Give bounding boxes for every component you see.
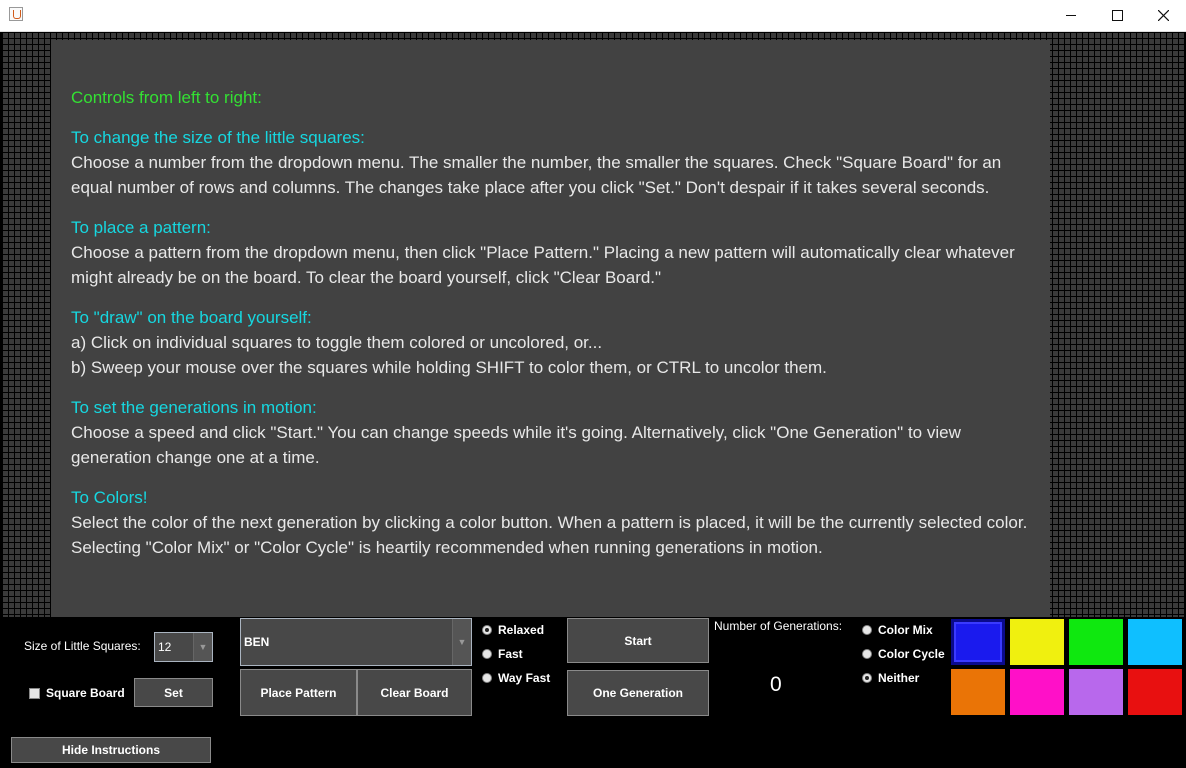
- pattern-value: BEN: [244, 635, 270, 649]
- color-cycle-radio[interactable]: Color Cycle: [862, 647, 945, 661]
- checkbox-box[interactable]: [29, 687, 40, 699]
- square-board-checkbox[interactable]: Square Board: [29, 686, 125, 700]
- section-text: Choose a number from the dropdown menu. …: [71, 153, 1002, 197]
- color-swatch-button[interactable]: [1069, 619, 1123, 665]
- radio-label: Way Fast: [498, 671, 551, 685]
- clear-board-button[interactable]: Clear Board: [357, 669, 472, 716]
- instructions-intro: Controls from left to right:: [71, 88, 262, 107]
- pattern-dropdown[interactable]: BEN ▼: [240, 618, 472, 666]
- instructions-section: To set the generations in motion: Choose…: [71, 395, 1041, 470]
- instructions-text: Controls from left to right: To change t…: [71, 85, 1041, 575]
- color-swatch-button[interactable]: [951, 669, 1005, 715]
- radio-label: Color Mix: [878, 623, 933, 637]
- section-heading: To change the size of the little squares…: [71, 128, 365, 147]
- title-bar: [0, 0, 1186, 32]
- chevron-down-icon: ▼: [452, 619, 471, 665]
- radio-dot[interactable]: [862, 649, 872, 659]
- close-button[interactable]: [1140, 0, 1186, 31]
- color-swatch-button[interactable]: [951, 619, 1005, 665]
- section-heading: To Colors!: [71, 488, 148, 507]
- maximize-icon: [1111, 10, 1123, 21]
- size-label: Size of Little Squares:: [24, 639, 141, 653]
- section-text: Choose a pattern from the dropdown menu,…: [71, 243, 1015, 287]
- color-swatch-button[interactable]: [1010, 619, 1064, 665]
- java-app-icon: [9, 7, 23, 21]
- start-button[interactable]: Start: [567, 618, 709, 663]
- place-pattern-button[interactable]: Place Pattern: [240, 669, 357, 716]
- color-swatch-button[interactable]: [1069, 669, 1123, 715]
- section-heading: To set the generations in motion:: [71, 398, 317, 417]
- section-text: b) Sweep your mouse over the squares whi…: [71, 358, 827, 377]
- color-mix-radio[interactable]: Color Mix: [862, 623, 933, 637]
- radio-dot[interactable]: [482, 625, 492, 635]
- speed-relaxed-radio[interactable]: Relaxed: [482, 623, 544, 637]
- chevron-down-icon: ▼: [193, 633, 212, 661]
- size-dropdown[interactable]: 12 ▼: [154, 632, 213, 662]
- close-icon: [1157, 10, 1169, 21]
- radio-label: Relaxed: [498, 623, 545, 637]
- instructions-section: To change the size of the little squares…: [71, 125, 1041, 200]
- one-generation-button[interactable]: One Generation: [567, 670, 709, 716]
- radio-label: Neither: [878, 671, 920, 685]
- minimize-icon: [1066, 15, 1076, 16]
- generations-label: Number of Generations:: [714, 619, 843, 633]
- hide-instructions-button[interactable]: Hide Instructions: [11, 737, 211, 763]
- instructions-section: To Colors! Select the color of the next …: [71, 485, 1041, 560]
- section-text: Select the color of the next generation …: [71, 513, 1028, 557]
- radio-label: Fast: [498, 647, 523, 661]
- minimize-button[interactable]: [1048, 0, 1094, 31]
- set-button[interactable]: Set: [134, 678, 213, 707]
- color-swatch-button[interactable]: [1128, 669, 1182, 715]
- section-heading: To "draw" on the board yourself:: [71, 308, 312, 327]
- color-swatch-button[interactable]: [1128, 619, 1182, 665]
- radio-dot[interactable]: [862, 673, 872, 683]
- radio-label: Color Cycle: [878, 647, 945, 661]
- speed-way-fast-radio[interactable]: Way Fast: [482, 671, 550, 685]
- radio-dot[interactable]: [862, 625, 872, 635]
- color-swatch-button[interactable]: [1010, 669, 1064, 715]
- instructions-section: To place a pattern: Choose a pattern fro…: [71, 215, 1041, 290]
- neither-radio[interactable]: Neither: [862, 671, 919, 685]
- section-text: Choose a speed and click "Start." You ca…: [71, 423, 961, 467]
- generations-count: 0: [770, 673, 782, 696]
- size-value: 12: [158, 640, 172, 654]
- maximize-button[interactable]: [1094, 0, 1140, 31]
- radio-dot[interactable]: [482, 673, 492, 683]
- section-heading: To place a pattern:: [71, 218, 211, 237]
- section-text: a) Click on individual squares to toggle…: [71, 333, 603, 352]
- square-board-label: Square Board: [46, 686, 125, 700]
- radio-dot[interactable]: [482, 649, 492, 659]
- speed-fast-radio[interactable]: Fast: [482, 647, 523, 661]
- instructions-section: To "draw" on the board yourself: a) Clic…: [71, 305, 1041, 380]
